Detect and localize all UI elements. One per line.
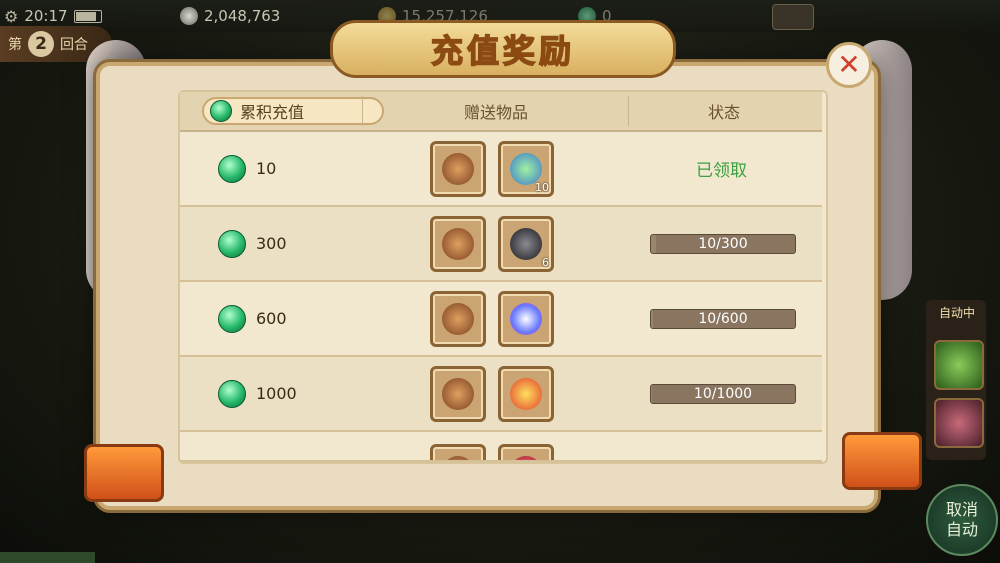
crystal-orb-icon[interactable] — [498, 290, 554, 347]
round-suffix: 回合 — [60, 37, 88, 53]
jade-coin-icon — [218, 154, 246, 183]
close-icon: ✕ — [837, 48, 861, 81]
treasure-bag-icon[interactable] — [430, 444, 486, 460]
progress-bar: 10/600 — [650, 308, 796, 329]
header-accumulated-label: 累积充值 — [240, 103, 305, 122]
reward-row: 1000 10/1000 — [180, 357, 822, 432]
item-count: 10 — [535, 180, 549, 194]
jade-coin-icon — [218, 304, 246, 333]
silver-value: 2,048,763 — [204, 7, 281, 25]
jade-coin-icon — [218, 229, 246, 258]
silver-currency: 2,048,763 — [180, 6, 280, 26]
treasure-bag-icon[interactable] — [430, 290, 486, 347]
time-display: ⚙ 20:17 — [4, 6, 102, 26]
cancel-auto-button[interactable]: 取消 自动 — [926, 484, 998, 556]
progress-bar — [650, 460, 796, 462]
header-status: 状态 — [707, 103, 740, 122]
reward-amount: 600 — [256, 309, 287, 328]
round-prefix: 第 — [8, 37, 22, 53]
reward-amount: 10 — [256, 159, 277, 178]
reward-table-header: 累积充值 赠送物品 状态 — [180, 92, 822, 132]
reward-row: 300 6 10/300 — [180, 207, 822, 282]
progress-text: 10/600 — [698, 310, 748, 327]
progress-text: 10/300 — [698, 235, 748, 252]
modal-title: 充值奖励 — [430, 31, 575, 71]
progress-text: 10/1000 — [693, 385, 753, 402]
treasure-bag-icon[interactable] — [430, 215, 486, 272]
header-divider — [628, 96, 629, 126]
jade-coin-icon — [218, 460, 246, 462]
jade-coin-icon — [210, 100, 232, 122]
silver-coin-icon — [180, 7, 198, 25]
bottom-strip — [0, 552, 95, 563]
reward-amount: 300 — [256, 234, 287, 253]
header-divider — [362, 96, 363, 126]
header-accumulated: 累积充值 — [202, 97, 384, 125]
cancel-auto-label: 取消 自动 — [945, 500, 978, 539]
treasure-bag-icon[interactable] — [430, 140, 486, 197]
progress-bar: 10/1000 — [650, 383, 796, 404]
treasure-chest-decoration — [84, 444, 164, 502]
jade-coin-icon — [218, 379, 246, 408]
header-gifts: 赠送物品 — [463, 103, 528, 122]
reward-row: 600 10/600 — [180, 282, 822, 357]
reward-row: 10 10 已领取 — [180, 132, 822, 207]
reward-amount: 1000 — [256, 384, 297, 403]
gear-icon[interactable]: ⚙ — [4, 7, 18, 26]
reward-row — [180, 432, 822, 462]
auto-status-label: 自动中 — [938, 306, 975, 320]
treasure-chest-decoration — [842, 432, 922, 490]
score-button[interactable] — [772, 4, 814, 30]
battery-icon — [73, 9, 102, 23]
item-count: 6 — [542, 255, 549, 269]
skull-skill-icon[interactable] — [934, 340, 984, 390]
progress-bar: 10/300 — [650, 233, 796, 254]
round-number: 2 — [28, 31, 54, 57]
crystal-skill-icon[interactable] — [934, 398, 984, 448]
lucky-bag-icon[interactable] — [498, 365, 554, 422]
claimed-status: 已领取 — [696, 161, 747, 181]
herb-potion-icon[interactable]: 10 — [498, 140, 554, 197]
clock-time: 20:17 — [24, 7, 68, 25]
treasure-bag-icon[interactable] — [430, 365, 486, 422]
modal-title-plaque: 充值奖励 — [330, 20, 676, 78]
red-bag-icon[interactable] — [498, 444, 554, 460]
close-button[interactable]: ✕ — [826, 42, 872, 88]
dark-ore-icon[interactable]: 6 — [498, 215, 554, 272]
